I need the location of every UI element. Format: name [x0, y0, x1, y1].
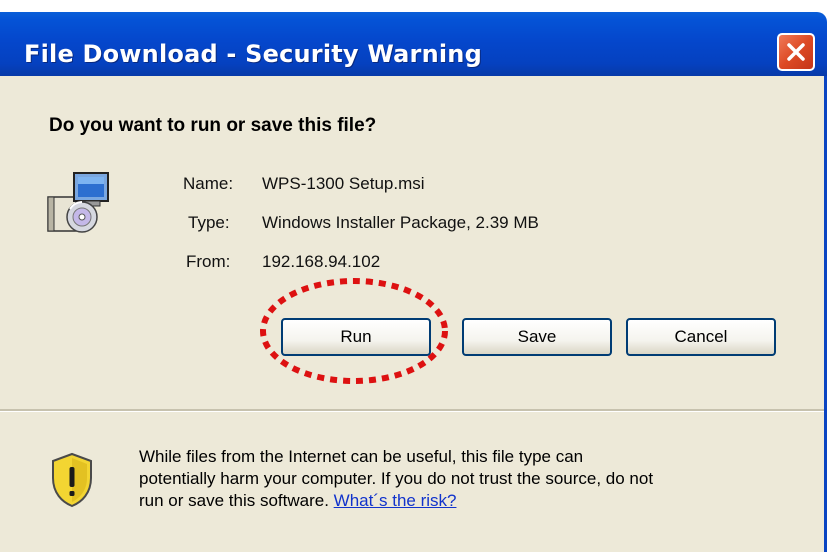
run-highlight-circle	[260, 278, 448, 384]
security-shield-icon	[52, 452, 92, 508]
close-button[interactable]	[777, 33, 815, 71]
window-title: File Download - Security Warning	[24, 40, 482, 68]
close-icon	[787, 43, 805, 61]
file-source-value: 192.168.94.102	[262, 252, 381, 271]
whats-the-risk-link[interactable]: What´s the risk?	[334, 491, 457, 510]
name-label: Name:	[183, 174, 234, 193]
warning-line-2: potentially harm your computer. If you d…	[139, 469, 654, 488]
dialog-question: Do you want to run or save this file?	[49, 115, 377, 136]
from-label: From:	[186, 252, 231, 271]
warning-line-3: run or save this software.	[139, 491, 329, 510]
type-label: Type:	[188, 213, 230, 232]
title-bar[interactable]: File Download - Security Warning	[0, 12, 827, 76]
installer-package-icon	[47, 172, 109, 233]
file-type-value: Windows Installer Package, 2.39 MB	[262, 213, 539, 232]
divider	[0, 409, 824, 412]
cancel-button[interactable]: Cancel	[626, 318, 776, 356]
security-warning-dialog: File Download - Security Warning Do you …	[0, 0, 827, 552]
save-button[interactable]: Save	[462, 318, 612, 356]
file-name-value: WPS-1300 Setup.msi	[262, 174, 425, 193]
warning-line-1: While files from the Internet can be use…	[139, 447, 584, 466]
warning-message: While files from the Internet can be use…	[139, 446, 819, 512]
warning-line-3-container: run or save this software. What´s the ri…	[139, 490, 819, 512]
